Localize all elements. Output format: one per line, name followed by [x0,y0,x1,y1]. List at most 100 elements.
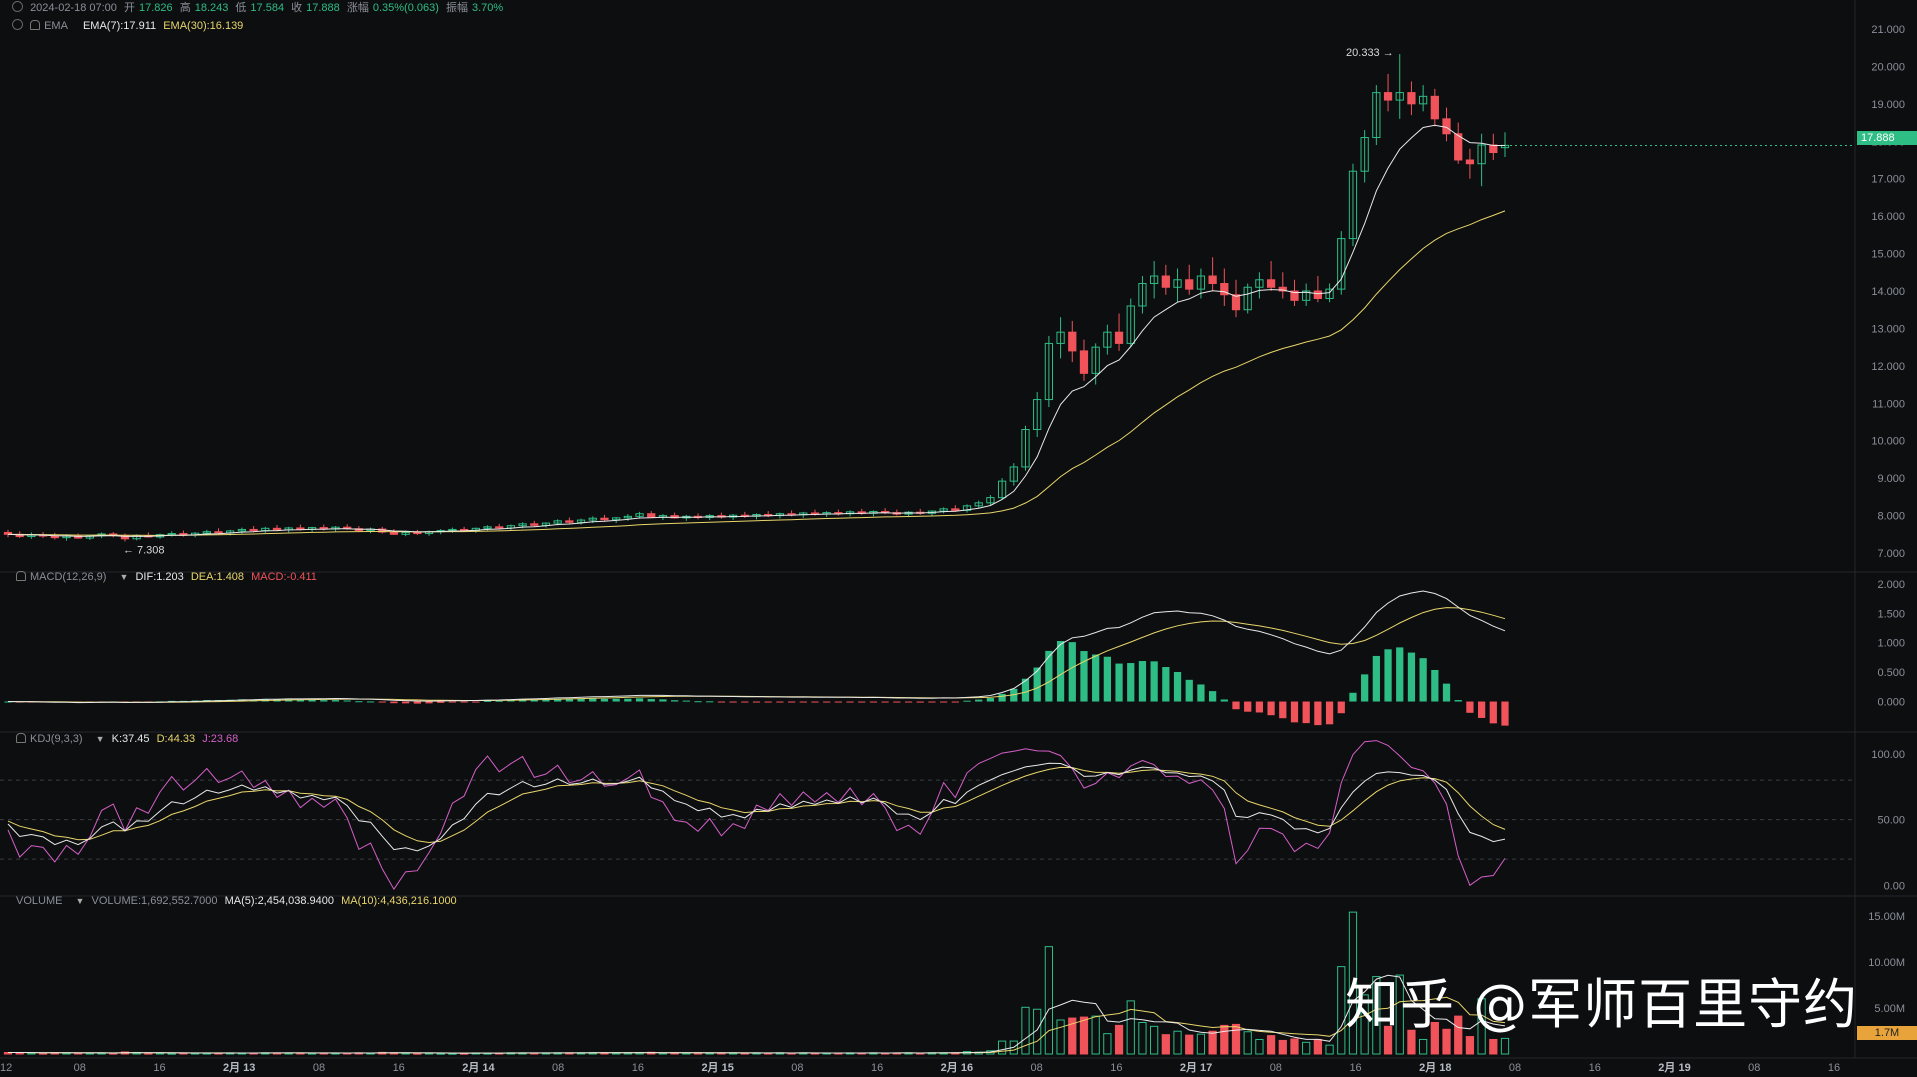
volume-bar [997,1040,1007,1055]
candle [3,529,13,538]
macd-bar [764,701,772,703]
candle-body [1266,279,1276,288]
candle [1442,107,1451,142]
candle [1489,133,1498,160]
time-tick-label: 16 [153,1062,165,1074]
kdj-label[interactable]: KDJ(9,3,3) [30,733,83,745]
trading-chart[interactable]: 21.00020.00019.00018.00017.00016.00015.0… [0,0,1917,1077]
candle [413,529,422,536]
alert-bell-icon[interactable] [16,733,26,743]
price-tick-label: 13.000 [1871,323,1905,335]
candle [682,514,691,521]
candle [1208,257,1217,291]
candle [1243,283,1252,314]
candle [530,520,539,527]
volume-bar [1220,1024,1229,1055]
macd-label[interactable]: MACD(12,26,9) [30,571,106,583]
volume-bar [1278,1039,1287,1055]
time-tick-label: 16 [871,1062,883,1074]
volume-bar [1325,1044,1334,1055]
visibility-icon[interactable] [12,19,23,30]
chevron-down-icon[interactable]: ▼ [119,572,128,582]
volume-bar [1056,1019,1065,1055]
macd-dea: DEA:1.408 [190,571,245,583]
macd-bar [869,701,878,703]
candle [1126,298,1135,348]
price-tick-label: 15.000 [1871,249,1905,261]
macd-bar [472,701,480,703]
candle [1173,268,1182,303]
macd-bar [577,698,585,702]
time-tick-label: 08 [791,1062,803,1074]
candle [857,508,866,515]
candle [1348,163,1358,247]
volume-ma5: MA(5):2,454,038.9400 [224,895,335,907]
macd-bar [659,699,667,702]
volume-bar [1173,1030,1182,1055]
candle-body [214,531,223,534]
ema-label[interactable]: EMA [44,20,68,32]
candle [1068,320,1077,363]
price-tick-label: 21.000 [1871,24,1905,36]
candle [916,508,925,515]
candle [1278,272,1287,299]
candle [1231,279,1241,318]
candle [740,511,749,518]
macd-bar [1361,674,1369,702]
candle-body [600,517,609,521]
volume-tick-label: 5.00M [1874,1003,1905,1015]
alert-bell-icon[interactable] [30,20,41,30]
candle-body [1465,159,1475,165]
candle-body [389,531,399,535]
macd-bar [1337,701,1345,714]
time-tick-label: 08 [552,1062,564,1074]
candle [541,522,551,528]
candle-body [249,528,258,532]
candle-body [1430,95,1439,120]
time-tick-label: 2月 13 [223,1061,255,1074]
alert-bell-icon[interactable] [16,571,26,581]
visibility-icon[interactable] [12,1,23,12]
macd-legend: MACD(12,26,9) ▼ DIF:1.203 DEA:1.408 MACD… [16,570,321,584]
price-tick-label: 14.000 [1871,286,1905,298]
volume-bar [1302,1041,1311,1055]
macd-bar [600,698,609,702]
kdj-legend: KDJ(9,3,3) ▼ K:37.45 D:44.33 J:23.68 [16,732,242,746]
volume-bar [1114,1024,1124,1055]
volume-bar [1161,1034,1170,1055]
price-tick-label: 19.000 [1871,99,1905,111]
volume-bar [1231,1023,1241,1055]
candle-body [647,513,656,518]
macd-bar [1325,701,1334,725]
candle [1255,272,1264,299]
volume-bar [1103,1033,1112,1055]
candle [1056,317,1065,359]
macd-bar [1150,661,1158,702]
macd-bar [483,700,492,702]
candle-body [1068,331,1077,352]
macd-bar [1396,647,1404,702]
macd-bar [355,701,363,703]
macd-histogram [4,641,1509,726]
macd-tick-label: 0.000 [1877,697,1905,709]
macd-bar [1419,658,1427,702]
macd-bar [1466,701,1474,713]
macd-bar [834,701,842,703]
price-tick-label: 9.000 [1877,473,1905,485]
macd-bar [1279,701,1287,719]
macd-bar [647,699,655,702]
chevron-down-icon[interactable]: ▼ [96,734,105,744]
candle-body [1442,118,1451,135]
volume-label[interactable]: VOLUME [16,895,62,907]
macd-bar [1431,669,1439,702]
macd-bar [413,701,421,704]
macd-bar [671,700,679,702]
time-tick-label: 16 [1349,1062,1361,1074]
macd-bar [1092,654,1100,702]
chevron-down-icon[interactable]: ▼ [76,896,85,906]
macd-bar [1162,667,1170,702]
macd-bar [963,700,971,702]
candle [1383,73,1393,112]
macd-dea-line [7,607,1506,703]
volume-bar [1419,1038,1428,1055]
